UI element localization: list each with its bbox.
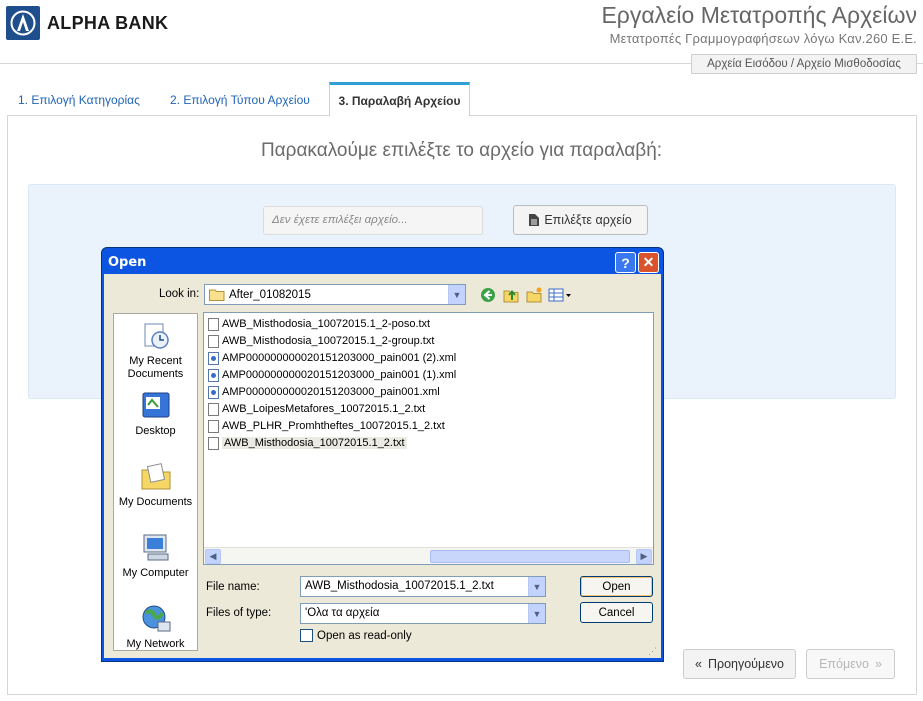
file-item[interactable]: AWB_Misthodosia_10072015.1_2-poso.txt xyxy=(208,316,430,332)
place-my-documents[interactable]: My Documents xyxy=(114,461,197,509)
close-icon: ✕ xyxy=(642,254,655,270)
double-chevron-left-icon: « xyxy=(694,657,702,671)
tab-file-type[interactable]: 2. Επιλογή Τύπου Αρχείου xyxy=(160,84,320,115)
file-item[interactable]: AWB_LoipesMetafores_10072015.1_2.txt xyxy=(208,401,425,417)
views-menu-icon[interactable] xyxy=(548,286,572,303)
file-item[interactable]: AMP000000000020151203000_pain001 (1).xml xyxy=(208,367,456,383)
scroll-left-icon[interactable]: ◀ xyxy=(205,549,221,564)
folder-icon xyxy=(209,289,225,301)
scrollbar-thumb[interactable] xyxy=(430,550,630,563)
file-item[interactable]: AMP000000000020151203000_pain001 (2).xml xyxy=(208,350,456,366)
xml-file-icon xyxy=(208,385,219,399)
text-file-icon xyxy=(208,334,219,348)
previous-label: Προηγούμενο xyxy=(707,657,784,671)
chevron-down-icon[interactable]: ▼ xyxy=(528,604,545,623)
close-button[interactable]: ✕ xyxy=(638,252,659,273)
app-subtitle: Μετατροπές Γραμμογραφήσεων λόγω Καν.260 … xyxy=(609,31,917,46)
alpha-bank-logo xyxy=(6,6,40,40)
file-name-label: File name: xyxy=(206,581,260,593)
file-type-select[interactable]: 'Ολα τα αρχεία ▼ xyxy=(300,603,546,624)
place-label: My Network xyxy=(126,638,185,650)
cancel-button[interactable]: Cancel xyxy=(580,602,653,623)
place-recent-documents[interactable]: My Recent Documents xyxy=(114,320,197,381)
place-my-computer[interactable]: My Computer xyxy=(114,532,197,580)
next-label: Επόμενο xyxy=(819,657,869,671)
xml-file-icon xyxy=(208,368,219,382)
place-desktop[interactable]: Desktop xyxy=(114,390,197,438)
my-documents-icon xyxy=(141,463,170,490)
place-my-network[interactable]: My Network xyxy=(114,603,197,651)
file-name-input[interactable]: AWB_Misthodosia_10072015.1_2.txt ▼ xyxy=(300,576,546,597)
chevron-down-icon[interactable]: ▼ xyxy=(448,285,465,304)
new-folder-icon[interactable] xyxy=(525,286,543,303)
file-type-label: Files of type: xyxy=(206,607,272,619)
my-network-icon xyxy=(142,605,170,632)
upload-prompt: Παρακαλούμε επιλέξτε το αρχείο για παραλ… xyxy=(260,140,663,161)
breadcrumb: Αρχεία Εισόδου / Αρχείο Μισθοδοσίας xyxy=(691,54,917,74)
file-item-selected[interactable]: AWB_Misthodosia_10072015.1_2.txt xyxy=(208,435,407,451)
scroll-right-icon[interactable]: ▶ xyxy=(636,549,652,564)
horizontal-scrollbar[interactable]: ◀ ▶ xyxy=(204,547,653,564)
tab-file-upload[interactable]: 3. Παραλαβή Αρχείου xyxy=(329,82,470,116)
alpha-logo-icon xyxy=(10,10,36,36)
choose-file-label: Επιλέξτε αρχείο xyxy=(544,213,632,227)
place-label: My Documents xyxy=(118,496,193,508)
look-in-value: After_01082015 xyxy=(229,288,311,301)
my-computer-icon xyxy=(143,534,168,561)
file-item[interactable]: AWB_Misthodosia_10072015.1_2-group.txt xyxy=(208,333,434,349)
places-bar: My Recent Documents Desktop My Documents… xyxy=(113,313,198,651)
recent-documents-icon xyxy=(144,323,169,349)
chevron-down-icon[interactable]: ▼ xyxy=(528,577,545,596)
xml-file-icon xyxy=(208,351,219,365)
text-file-icon xyxy=(208,436,219,450)
file-name-value: AWB_Misthodosia_10072015.1_2.txt xyxy=(305,580,494,592)
back-icon[interactable] xyxy=(479,286,497,303)
open-button[interactable]: Open xyxy=(580,576,653,597)
desktop-icon xyxy=(142,392,169,418)
dialog-title: Open xyxy=(108,255,147,270)
app-title: Εργαλείο Μετατροπής Αρχείων xyxy=(601,2,917,28)
read-only-checkbox[interactable]: Open as read-only xyxy=(300,629,412,642)
resize-grip-icon[interactable]: ⋰ xyxy=(648,646,660,658)
next-button[interactable]: Επόμενο » xyxy=(806,649,895,679)
place-label: My Recent Documents xyxy=(127,355,184,380)
file-icon xyxy=(529,214,540,226)
look-in-dropdown[interactable]: After_01082015 ▼ xyxy=(204,284,466,305)
file-item[interactable]: AWB_PLHR_Promhtheftes_10072015.1_2.txt xyxy=(208,418,445,434)
question-icon: ? xyxy=(621,254,630,271)
double-chevron-right-icon: » xyxy=(874,657,882,671)
tab-category[interactable]: 1. Επιλογή Κατηγορίας xyxy=(8,84,150,115)
up-folder-icon[interactable] xyxy=(502,286,520,303)
brand-name: ALPHA BANK xyxy=(47,13,169,33)
file-type-value: 'Ολα τα αρχεία xyxy=(305,607,380,619)
file-list: AWB_Misthodosia_10072015.1_2-poso.txt AW… xyxy=(203,312,654,565)
previous-button[interactable]: « Προηγούμενο xyxy=(683,649,796,679)
text-file-icon xyxy=(208,402,219,416)
place-label: Desktop xyxy=(135,425,176,437)
file-item[interactable]: AMP000000000020151203000_pain001.xml xyxy=(208,384,440,400)
choose-file-button[interactable]: Επιλέξτε αρχείο xyxy=(513,205,648,235)
help-button[interactable]: ? xyxy=(615,252,636,273)
text-file-icon xyxy=(208,317,219,331)
checkbox-box[interactable] xyxy=(300,629,313,642)
text-file-icon xyxy=(208,419,219,433)
place-label: My Computer xyxy=(122,567,189,579)
look-in-label: Look in: xyxy=(159,288,200,300)
selected-file-display: Δεν έχετε επιλέξει αρχείο... xyxy=(263,206,483,235)
read-only-label: Open as read-only xyxy=(317,629,412,642)
